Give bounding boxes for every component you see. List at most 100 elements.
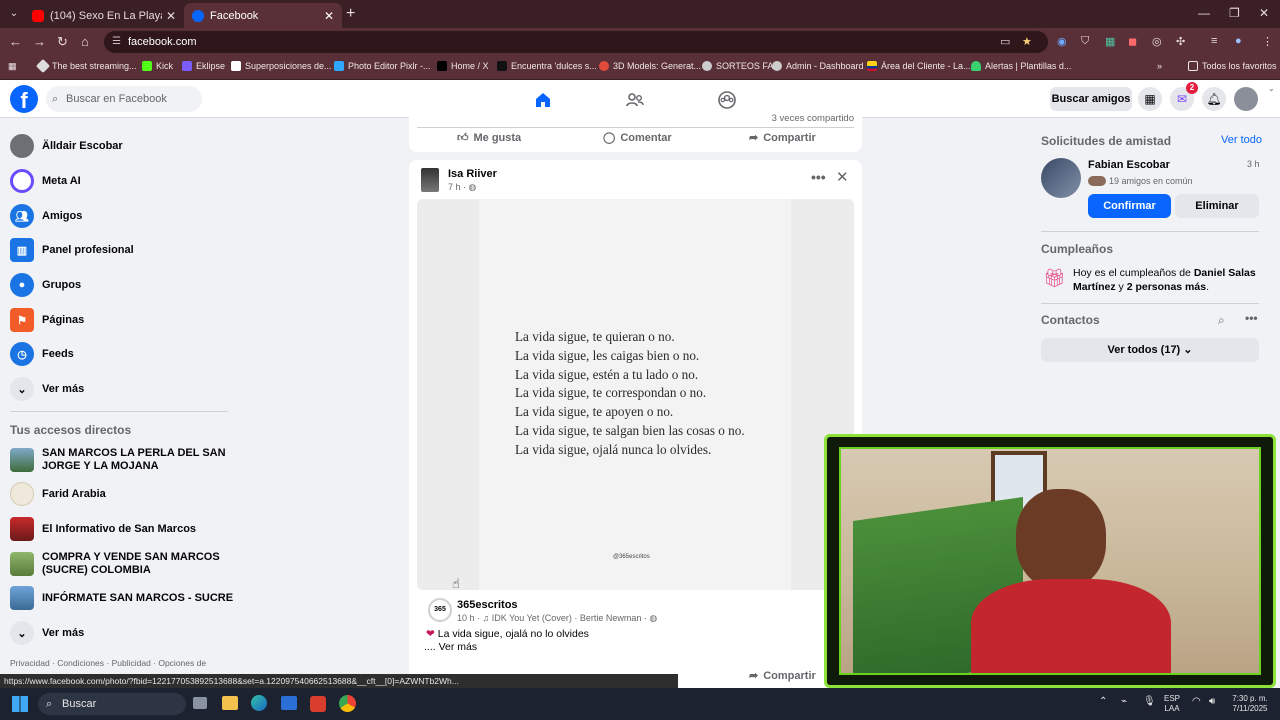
- bookmark[interactable]: Admin - Dashboard: [772, 61, 864, 71]
- share-button[interactable]: ➦ Compartir: [749, 669, 816, 683]
- chrome-icon[interactable]: [339, 695, 356, 712]
- friends-nav-icon[interactable]: [625, 90, 645, 110]
- shared-page-name[interactable]: 365escritos: [457, 599, 518, 611]
- window-close-icon[interactable]: ✕: [1259, 6, 1269, 20]
- notifications-bell-icon[interactable]: 🔔︎: [1202, 87, 1226, 111]
- facebook-logo-icon[interactable]: f: [10, 85, 38, 113]
- see-all-requests-link[interactable]: Ver todo: [1221, 134, 1262, 146]
- media-icon[interactable]: ≡: [1211, 35, 1217, 47]
- shared-page-avatar[interactable]: 365: [428, 598, 452, 622]
- apps-grid-icon[interactable]: ▦: [8, 61, 17, 72]
- extension-icon[interactable]: ▦: [1105, 35, 1115, 48]
- search-contacts-icon[interactable]: ⌕: [1218, 313, 1225, 328]
- bookmark[interactable]: Encuentra 'dulces s...: [497, 61, 597, 71]
- bookmark[interactable]: Área del Cliente - La...: [867, 61, 971, 71]
- see-all-contacts-button[interactable]: Ver todos (17) ⌄: [1041, 338, 1259, 362]
- mic-icon[interactable]: 🎙︎: [1143, 697, 1156, 707]
- profile-icon[interactable]: ●: [1235, 35, 1242, 47]
- bookmark[interactable]: 3D Models: Generat...: [599, 61, 701, 71]
- language-indicator[interactable]: ESP LAA: [1164, 694, 1180, 714]
- account-chevron-icon[interactable]: ⌄: [1268, 84, 1275, 93]
- volume-icon[interactable]: 🔊︎: [1209, 697, 1215, 707]
- task-view-icon[interactable]: [193, 697, 207, 709]
- bookmarks-overflow-icon[interactable]: »: [1157, 61, 1162, 71]
- bookmark[interactable]: The best streaming...: [35, 58, 137, 74]
- confirm-request-button[interactable]: Confirmar: [1088, 194, 1171, 218]
- tray-overflow-icon[interactable]: ⌃: [1099, 697, 1107, 707]
- share-button[interactable]: ➦ Compartir: [749, 131, 816, 145]
- home-nav-icon[interactable]: [533, 90, 553, 110]
- cast-icon[interactable]: ▭: [1000, 35, 1010, 48]
- shortcut-item[interactable]: Farid Arabia: [10, 482, 106, 506]
- tab-facebook[interactable]: Facebook ✕: [184, 3, 342, 28]
- shortcut-item[interactable]: INFÓRMATE SAN MARCOS - SUCRE: [10, 586, 233, 610]
- sidebar-item-groups[interactable]: ● Grupos: [10, 273, 81, 297]
- sidebar-item-feeds[interactable]: ◷ Feeds: [10, 342, 74, 366]
- post-author[interactable]: Isa Riiver: [448, 168, 497, 180]
- restore-icon[interactable]: ❐: [1229, 6, 1240, 20]
- tab-search-dropdown-icon[interactable]: ⌄: [6, 6, 22, 22]
- sidebar-item-profile[interactable]: Älldair Escobar: [10, 134, 123, 158]
- network-icon[interactable]: ⌁: [1121, 697, 1127, 707]
- sidebar-item-meta-ai[interactable]: Meta AI: [10, 169, 81, 193]
- requester-name[interactable]: Fabian Escobar: [1088, 159, 1170, 171]
- windows-start-icon[interactable]: [12, 696, 28, 712]
- search-input[interactable]: ⌕ Buscar en Facebook: [46, 86, 202, 112]
- home-icon[interactable]: ⌂: [81, 34, 89, 49]
- sidebar-see-more[interactable]: ⌄ Ver más: [10, 377, 84, 401]
- bookmark[interactable]: Eklipse: [182, 61, 225, 71]
- bookmark[interactable]: Home / X: [437, 61, 489, 71]
- sidebar-item-friends[interactable]: 👥︎ Amigos: [10, 204, 82, 228]
- sidebar-item-pages[interactable]: ⚑ Páginas: [10, 308, 84, 332]
- requester-avatar[interactable]: [1041, 158, 1081, 198]
- back-icon[interactable]: ←: [9, 34, 22, 49]
- adblock-icon[interactable]: ◼: [1128, 35, 1137, 48]
- more-options-icon[interactable]: •••: [811, 169, 826, 185]
- see-more-link[interactable]: .... Ver más: [424, 641, 477, 653]
- url-bar[interactable]: ☰ facebook.com: [104, 31, 1048, 53]
- bookmark[interactable]: Superposiciones de...: [231, 61, 332, 71]
- groups-nav-icon[interactable]: [717, 90, 737, 110]
- bookmark[interactable]: Photo Editor Pixlr -...: [334, 61, 431, 71]
- sidebar-item-professional-dashboard[interactable]: ▥ Panel profesional: [10, 238, 134, 262]
- shortcut-item[interactable]: SAN MARCOS LA PERLA DEL SAN JORGE Y LA M…: [10, 447, 230, 473]
- footer-links[interactable]: Privacidad · Condiciones · Publicidad · …: [10, 658, 230, 668]
- taskbar-search[interactable]: ⌕ Buscar: [38, 693, 186, 715]
- post-image[interactable]: La vida sigue, te quieran o no. La vida …: [417, 199, 854, 590]
- app-icon[interactable]: [310, 696, 326, 712]
- reload-icon[interactable]: ↻: [57, 34, 68, 50]
- shortcut-item[interactable]: COMPRA Y VENDE SAN MARCOS (SUCRE) COLOMB…: [10, 551, 230, 577]
- birthday-text[interactable]: Hoy es el cumpleaños de Daniel Salas Mar…: [1073, 266, 1263, 294]
- edge-icon[interactable]: [251, 695, 267, 711]
- site-info-icon[interactable]: ☰: [112, 31, 121, 53]
- bookmark[interactable]: Alertas | Plantillas d...: [971, 61, 1071, 71]
- minimize-icon[interactable]: —: [1198, 6, 1210, 20]
- shortcuts-see-more[interactable]: ⌄ Ver más: [10, 621, 84, 645]
- extension-icon[interactable]: ◉: [1057, 35, 1067, 48]
- file-explorer-icon[interactable]: [222, 696, 238, 710]
- comment-button[interactable]: ◯ Comentar: [603, 131, 672, 145]
- shortcut-item[interactable]: El Informativo de San Marcos: [10, 517, 196, 541]
- wifi-icon[interactable]: ◠: [1192, 697, 1201, 707]
- close-tab-icon[interactable]: ✕: [166, 9, 176, 23]
- extensions-puzzle-icon[interactable]: ✣: [1176, 35, 1185, 48]
- bookmark[interactable]: Kick: [142, 61, 173, 71]
- menu-kebab-icon[interactable]: ⋮: [1262, 35, 1273, 48]
- find-friends-button[interactable]: Buscar amigos: [1050, 87, 1132, 111]
- close-post-icon[interactable]: ✕: [836, 168, 849, 186]
- bookmark[interactable]: SORTEOS FA: [702, 61, 773, 71]
- store-icon[interactable]: [281, 696, 297, 710]
- close-tab-icon[interactable]: ✕: [324, 9, 334, 23]
- clock[interactable]: 7:30 p. m. 7/11/2025: [1226, 694, 1274, 714]
- like-button[interactable]: 👍︎ Me gusta: [457, 131, 521, 145]
- author-avatar[interactable]: [421, 168, 439, 192]
- extension-icon[interactable]: ◎: [1152, 35, 1162, 48]
- all-bookmarks[interactable]: Todos los favoritos: [1188, 61, 1277, 71]
- tab-youtube[interactable]: (104) Sexo En La Playa - Dalma ✕: [24, 3, 184, 28]
- forward-icon[interactable]: →: [33, 34, 46, 49]
- new-tab-icon[interactable]: +: [346, 5, 355, 23]
- bookmark-star-icon[interactable]: ★: [1022, 35, 1032, 48]
- menu-grid-icon[interactable]: ▦: [1138, 87, 1162, 111]
- delete-request-button[interactable]: Eliminar: [1175, 194, 1259, 218]
- contacts-options-icon[interactable]: •••: [1245, 311, 1258, 325]
